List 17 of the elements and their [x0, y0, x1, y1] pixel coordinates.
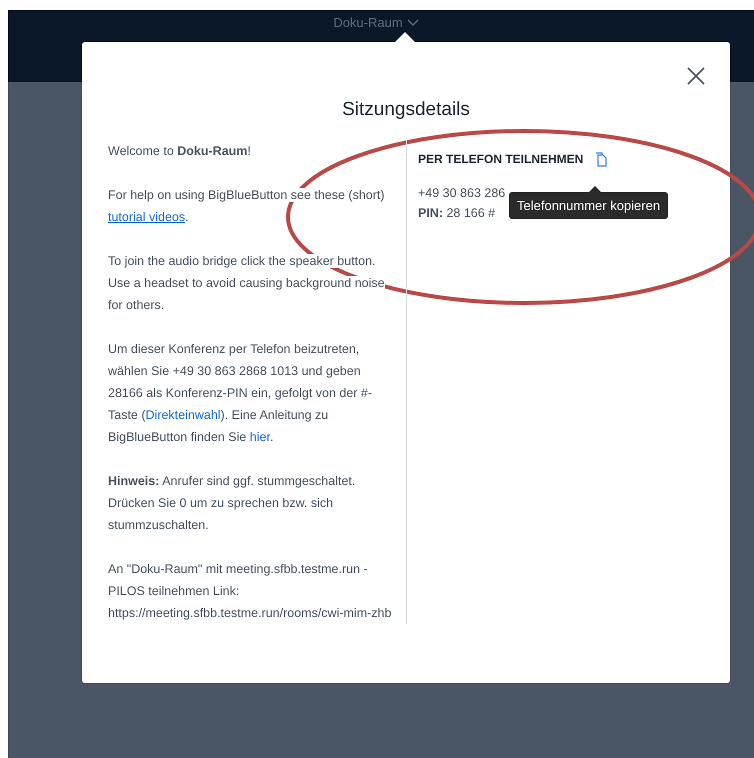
phone-number: +49 30 863 286	[418, 185, 506, 202]
copy-icon	[595, 152, 608, 166]
phone-heading: PER TELEFON TEILNEHMEN	[418, 151, 584, 168]
info-paragraph: An "Doku-Raum" mit meeting.sfbb.testme.run - PILOS teilnehmen Link: https://meeting.sfbb.testme.run/rooms/cwi-mim-zhb	[108, 561, 392, 622]
close-button[interactable]	[686, 66, 706, 86]
pin-text: PIN: 28 166 #	[418, 205, 496, 222]
info-paragraph: For help on using BigBlueButton see these (short) tutorial videos.	[108, 187, 386, 226]
dialog-title: Sitzungsdetails	[342, 98, 470, 122]
text-link[interactable]: tutorial videos	[108, 210, 186, 224]
info-paragraph: Um dieser Konferenz per Telefon beizutreten, wählen Sie +49 30 863 2868 1013 und geben 28166 als Konferenz-PIN ein, gefolgt von der #-Taste (Direkteinwahl). Eine Anleitung zu BigBlueButton finden Sie hier.	[108, 341, 374, 446]
chevron-down-icon	[406, 19, 419, 27]
text-link[interactable]: hier	[250, 430, 270, 444]
room-menu-button[interactable]: Doku-Raum	[333, 13, 419, 33]
tooltip-pointer-icon	[589, 186, 601, 192]
text-link[interactable]: Direkteinwahl	[146, 408, 221, 422]
close-icon	[687, 67, 705, 85]
copy-button[interactable]	[595, 151, 610, 167]
